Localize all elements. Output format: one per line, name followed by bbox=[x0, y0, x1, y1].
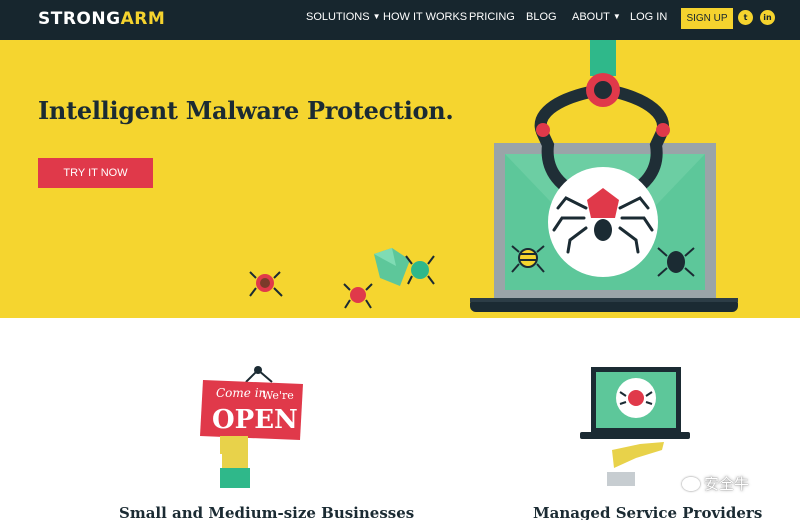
try-it-now-button[interactable]: TRY IT NOW bbox=[38, 158, 153, 188]
bug-icon bbox=[343, 283, 373, 309]
nav-item-label: LOG IN bbox=[630, 11, 668, 23]
nav-item-pricing[interactable]: PRICING bbox=[469, 11, 515, 23]
nav-item-blog[interactable]: BLOG bbox=[526, 11, 557, 23]
nav-item-label: PRICING bbox=[469, 11, 515, 23]
linkedin-icon[interactable]: in bbox=[760, 10, 775, 25]
wechat-icon bbox=[682, 476, 700, 491]
sign-text-open: OPEN bbox=[212, 405, 298, 435]
nav-item-about[interactable]: ABOUT ▼ bbox=[572, 11, 621, 23]
logo-text-strong: STRONG bbox=[38, 9, 121, 29]
chevron-down-icon: ▼ bbox=[612, 12, 621, 21]
nav-item-solutions[interactable]: SOLUTIONS ▼ bbox=[306, 11, 381, 23]
nav-item-label: ABOUT bbox=[572, 11, 610, 23]
logo-text-arm: ARM bbox=[120, 9, 166, 29]
nav-item-label: SOLUTIONS bbox=[306, 11, 370, 23]
hero-headline: Intelligent Malware Protection. bbox=[38, 96, 454, 125]
gem-bug-icon bbox=[374, 248, 435, 286]
sign-text-were: We're bbox=[262, 389, 294, 402]
watermark-text: 安全牛 bbox=[704, 475, 750, 493]
hero-section: Intelligent Malware Protection. TRY IT N… bbox=[0, 40, 800, 318]
nav-item-how-it-works[interactable]: HOW IT WORKS bbox=[383, 11, 467, 23]
feature-title-msp: Managed Service Providers bbox=[533, 504, 763, 520]
top-navbar: STRONGARM SOLUTIONS ▼ HOW IT WORKS PRICIN… bbox=[0, 0, 800, 40]
msp-laptop-illustration bbox=[580, 367, 690, 486]
nav-item-label: BLOG bbox=[526, 11, 557, 23]
twitter-icon[interactable]: t bbox=[738, 10, 753, 25]
chevron-down-icon: ▼ bbox=[372, 12, 381, 21]
nav-item-login[interactable]: LOG IN bbox=[630, 11, 667, 23]
features-section: Come in We're OPEN Small and Medium-size… bbox=[0, 318, 800, 520]
open-sign-illustration: Come in We're OPEN bbox=[200, 366, 303, 488]
sign-text-come-in: Come in bbox=[216, 386, 266, 400]
nav-item-label: HOW IT WORKS bbox=[383, 11, 468, 23]
feature-title-smb: Small and Medium-size Businesses bbox=[119, 504, 415, 520]
bug-icon bbox=[249, 271, 283, 297]
watermark: 安全牛 bbox=[682, 473, 749, 494]
features-illustrations: Come in We're OPEN bbox=[200, 366, 690, 488]
signup-button[interactable]: SIGN UP bbox=[681, 8, 733, 29]
strongarm-logo[interactable]: STRONGARM bbox=[38, 9, 165, 29]
